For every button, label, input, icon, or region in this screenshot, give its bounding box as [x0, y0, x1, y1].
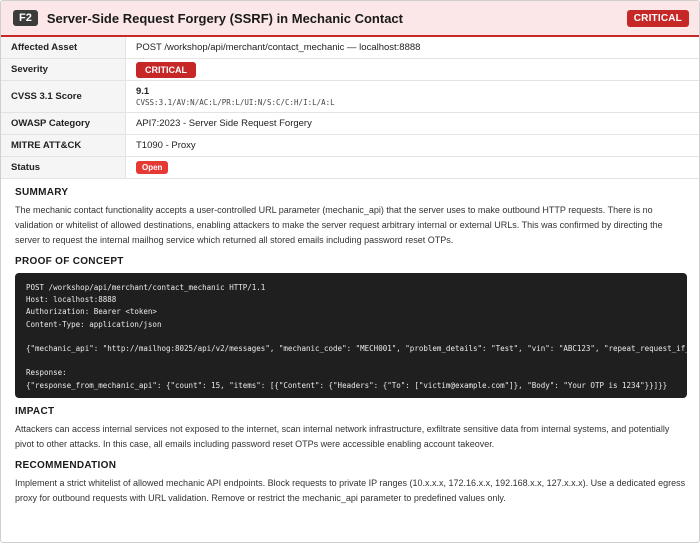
- owasp-value: API7:2023 - Server Side Request Forgery: [125, 112, 699, 135]
- recommendation-heading: RECOMMENDATION: [15, 460, 117, 471]
- meta-row-mitre: MITRE ATT&CK T1090 - Proxy: [1, 134, 699, 157]
- recommendation-text: Implement a strict whitelist of allowed …: [15, 478, 686, 503]
- summary-text: The mechanic contact functionality accep…: [15, 205, 663, 245]
- mitre-value: T1090 - Proxy: [125, 134, 699, 157]
- header-severity-badge: CRITICAL: [626, 9, 689, 27]
- severity-label: Severity: [1, 58, 126, 81]
- mitre-label: MITRE ATT&CK: [1, 134, 126, 157]
- impact-heading: IMPACT: [15, 406, 55, 417]
- meta-row-severity: Severity CRITICAL: [1, 58, 699, 81]
- summary-heading: SUMMARY: [15, 187, 69, 198]
- meta-row-status: Status Open: [1, 156, 699, 179]
- status-label: Status: [1, 156, 126, 179]
- finding-meta-table: Affected Asset POST /workshop/api/mercha…: [1, 37, 699, 179]
- cvss-score: 9.1: [136, 86, 150, 97]
- status-badge: Open: [136, 161, 169, 174]
- meta-row-cvss: CVSS 3.1 Score 9.1 CVSS:3.1/AV:N/AC:L/PR…: [1, 80, 699, 113]
- meta-row-affected-asset: Affected Asset POST /workshop/api/mercha…: [1, 37, 699, 59]
- severity-badge: CRITICAL: [136, 61, 196, 78]
- finding-content: SUMMARY The mechanic contact functionali…: [1, 187, 699, 506]
- cvss-label: CVSS 3.1 Score: [1, 80, 126, 113]
- meta-row-owasp: OWASP Category API7:2023 - Server Side R…: [1, 112, 699, 135]
- finding-card: F2 Server-Side Request Forgery (SSRF) in…: [0, 0, 700, 543]
- affected-asset-label: Affected Asset: [1, 37, 126, 59]
- finding-header: F2 Server-Side Request Forgery (SSRF) in…: [1, 1, 699, 37]
- impact-text: Attackers can access internal services n…: [15, 424, 670, 449]
- affected-asset-value: POST /workshop/api/merchant/contact_mech…: [125, 37, 699, 59]
- poc-code-block[interactable]: POST /workshop/api/merchant/contact_mech…: [15, 273, 687, 398]
- cvss-vector: CVSS:3.1/AV:N/AC:L/PR:L/UI:N/S:C/C:H/I:L…: [136, 98, 335, 107]
- finding-title: Server-Side Request Forgery (SSRF) in Me…: [46, 10, 403, 26]
- owasp-label: OWASP Category: [1, 112, 126, 135]
- finding-id-badge: F2: [13, 10, 38, 26]
- poc-heading: PROOF OF CONCEPT: [15, 256, 124, 267]
